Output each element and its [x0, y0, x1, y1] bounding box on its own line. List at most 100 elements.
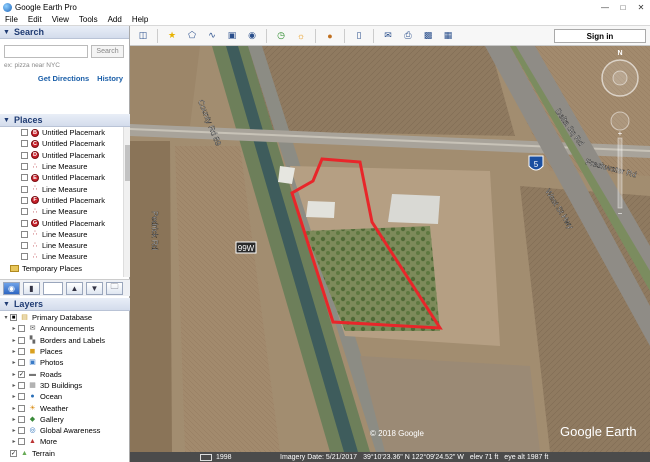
place-item[interactable]: E Untitled Placemark	[0, 172, 124, 183]
search-button[interactable]: Search	[91, 45, 124, 58]
zoom-slider[interactable]	[617, 137, 623, 209]
layer-checkbox[interactable]: ■	[10, 314, 17, 322]
sign-in-button[interactable]: Sign in	[554, 29, 646, 43]
save-image-icon[interactable]: ▩	[420, 29, 436, 43]
timeline[interactable]: 1998	[200, 452, 232, 462]
place-item[interactable]: ∴ Line Measure	[0, 161, 124, 172]
zoom-in-icon[interactable]: +	[618, 129, 623, 138]
place-checkbox[interactable]	[21, 196, 28, 204]
place-item[interactable]: B Untitled Placemark	[0, 127, 124, 138]
temporary-places-folder[interactable]: Temporary Places	[0, 263, 124, 274]
place-checkbox[interactable]	[21, 185, 28, 193]
expand-arrow-icon[interactable]: ▸	[10, 382, 18, 389]
folder-icon[interactable]: 🗀	[106, 281, 123, 295]
place-item[interactable]: ∴ Line Measure	[0, 183, 124, 194]
historical-imagery-icon[interactable]: ◷	[273, 29, 289, 43]
place-item[interactable]: C Untitled Placemark	[0, 138, 124, 149]
north-indicator[interactable]: N	[617, 50, 622, 57]
place-item[interactable]: ∴ Line Measure	[0, 240, 124, 251]
overlay-icon[interactable]: ▣	[224, 29, 240, 43]
layer-checkbox[interactable]	[18, 359, 25, 367]
layer-checkbox[interactable]: ✓	[18, 370, 25, 378]
expand-arrow-icon[interactable]: ▸	[10, 393, 18, 400]
map-view[interactable]: County Rd 89 Delta Sq Rd Freshwater Rd W…	[130, 46, 650, 452]
maps-icon[interactable]: ▦	[440, 29, 456, 43]
layer-item[interactable]: ▸ ▦ 3D Buildings	[0, 380, 130, 391]
ruler-icon[interactable]: ▯	[351, 29, 367, 43]
place-checkbox[interactable]	[21, 174, 28, 182]
layer-checkbox[interactable]: ✓	[10, 449, 17, 457]
place-item[interactable]: D Untitled Placemark	[0, 150, 124, 161]
expand-arrow-icon[interactable]: ▸	[10, 348, 18, 355]
move-up-icon[interactable]: ▲	[66, 281, 83, 295]
layers-panel-header[interactable]: ▼ Layers	[0, 298, 130, 311]
place-checkbox[interactable]	[21, 230, 28, 238]
sidebar-toggle-icon[interactable]: ◫	[135, 29, 151, 43]
place-checkbox[interactable]	[21, 208, 28, 216]
search-input[interactable]	[4, 45, 88, 58]
minimize-icon[interactable]: —	[596, 0, 614, 14]
place-item[interactable]: F Untitled Placemark	[0, 195, 124, 206]
menu-add[interactable]: Add	[103, 15, 127, 24]
place-item[interactable]: G Untitled Placemark	[0, 217, 124, 228]
menu-help[interactable]: Help	[127, 15, 153, 24]
place-item[interactable]: ∴ Line Measure	[0, 251, 124, 262]
layer-item[interactable]: ▸ ▲ More	[0, 436, 130, 447]
layer-item[interactable]: ▸ ◎ Global Awareness	[0, 425, 130, 436]
layer-checkbox[interactable]	[18, 381, 25, 389]
place-checkbox[interactable]	[21, 163, 28, 171]
places-panel-header[interactable]: ▼ Places	[0, 114, 130, 127]
layer-item[interactable]: ▸ ● Ocean	[0, 391, 130, 402]
placemark-icon[interactable]: ★	[164, 29, 180, 43]
layer-item[interactable]: ▸ ▚ Borders and Labels	[0, 335, 130, 346]
email-icon[interactable]: ✉	[380, 29, 396, 43]
close-icon[interactable]: ✕	[632, 0, 650, 14]
panel-toggle-icon[interactable]: ▮	[23, 281, 40, 295]
layer-item[interactable]: ▸ ☀ Weather	[0, 402, 130, 413]
tour-icon[interactable]: ◉	[244, 29, 260, 43]
place-checkbox[interactable]	[21, 140, 28, 148]
expand-arrow-icon[interactable]: ▸	[10, 371, 18, 378]
look-joystick[interactable]	[612, 70, 628, 86]
expand-arrow-icon[interactable]: ▸	[10, 438, 18, 445]
expand-arrow-icon[interactable]: ▸	[10, 405, 18, 412]
place-checkbox[interactable]	[21, 219, 28, 227]
expand-arrow-icon[interactable]: ▸	[10, 427, 18, 434]
layer-item[interactable]: ✓ ▲ Terrain	[0, 448, 130, 459]
places-scrollbar[interactable]	[123, 127, 130, 277]
place-item[interactable]: ∴ Line Measure	[0, 229, 124, 240]
layer-checkbox[interactable]	[18, 427, 25, 435]
place-checkbox[interactable]	[21, 253, 28, 261]
layer-item[interactable]: ▸ ✉ Announcements	[0, 323, 130, 334]
layer-checkbox[interactable]	[18, 348, 25, 356]
layer-checkbox[interactable]	[18, 393, 25, 401]
get-directions-link[interactable]: Get Directions	[38, 74, 89, 83]
menu-tools[interactable]: Tools	[74, 15, 103, 24]
layer-checkbox[interactable]	[18, 438, 25, 446]
expand-arrow-icon[interactable]: ▸	[10, 359, 18, 366]
history-link[interactable]: History	[97, 74, 123, 83]
move-joystick[interactable]	[610, 111, 630, 131]
move-down-icon[interactable]: ▼	[86, 281, 103, 295]
print-icon[interactable]: ⎙	[400, 29, 416, 43]
zoom-out-icon[interactable]: −	[618, 209, 623, 218]
search-places-icon[interactable]: ◉	[3, 281, 20, 295]
places-filter-input[interactable]	[43, 281, 63, 295]
expand-arrow-icon[interactable]: ▸	[10, 325, 18, 332]
sunlight-icon[interactable]: ☼	[293, 29, 309, 43]
maximize-icon[interactable]: □	[614, 0, 632, 14]
layer-checkbox[interactable]	[18, 325, 25, 333]
expand-arrow-icon[interactable]: ▾	[2, 314, 10, 321]
place-checkbox[interactable]	[21, 129, 28, 137]
place-item[interactable]: ∴ Line Measure	[0, 206, 124, 217]
place-checkbox[interactable]	[21, 242, 28, 250]
historical-imagery-clock-icon[interactable]	[200, 453, 212, 461]
menu-file[interactable]: File	[0, 15, 23, 24]
layer-checkbox[interactable]	[18, 336, 25, 344]
search-panel-header[interactable]: ▼ Search	[0, 26, 129, 39]
planets-icon[interactable]: ●	[322, 29, 338, 43]
place-checkbox[interactable]	[21, 151, 28, 159]
layer-checkbox[interactable]	[18, 404, 25, 412]
layer-item[interactable]: ▸ ✓ ▬ Roads	[0, 368, 130, 379]
layer-item[interactable]: ▸ ◆ Gallery	[0, 414, 130, 425]
